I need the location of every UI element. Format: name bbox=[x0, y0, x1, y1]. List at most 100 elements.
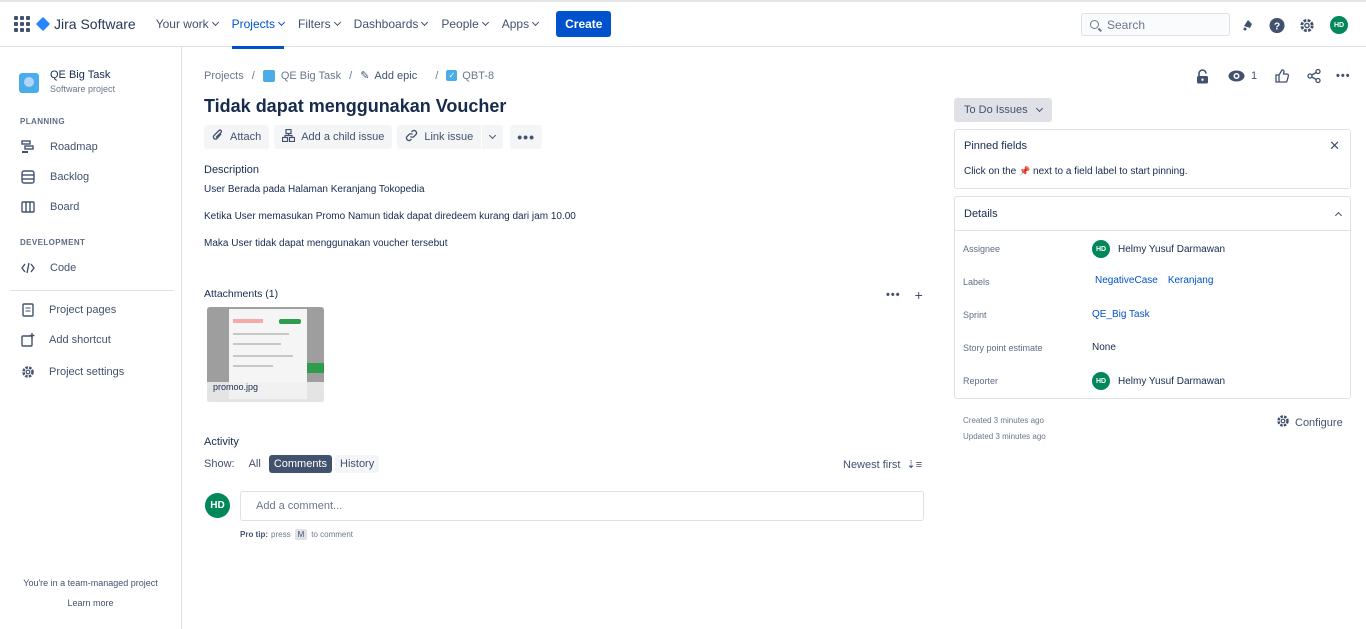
sprint-label: Sprint bbox=[963, 310, 987, 320]
more-icon[interactable]: ••• bbox=[1336, 68, 1351, 84]
attach-label: Attach bbox=[230, 131, 262, 143]
watch-button[interactable]: 1 bbox=[1228, 68, 1257, 84]
description-line[interactable]: Maka User tidak dapat menggunakan vouche… bbox=[204, 238, 447, 249]
sidebar-item-label: Project pages bbox=[49, 304, 117, 316]
description-line[interactable]: User Berada pada Halaman Keranjang Tokop… bbox=[204, 184, 425, 195]
nav-apps-label: Apps bbox=[501, 17, 530, 31]
assignee-value[interactable]: HD Helmy Yusuf Darmawan bbox=[1092, 240, 1225, 258]
attachment-preview-line bbox=[233, 365, 273, 367]
breadcrumb-issue-key[interactable]: QBT-8 bbox=[462, 70, 494, 82]
sidebar-item-add-shortcut[interactable]: Add shortcut bbox=[20, 332, 111, 348]
lock-icon[interactable] bbox=[1194, 68, 1210, 84]
sprint-value[interactable]: QE_Big Task bbox=[1092, 309, 1150, 320]
development-header: DEVELOPMENT bbox=[20, 238, 86, 247]
team-managed-note: You're in a team-managed project bbox=[23, 578, 158, 588]
notifications-icon[interactable] bbox=[1240, 17, 1256, 33]
story-points-value[interactable]: None bbox=[1092, 342, 1116, 353]
task-checkbox-icon: ✓ bbox=[446, 70, 458, 81]
link-issue-button[interactable]: Link issue bbox=[397, 125, 482, 149]
add-attachment-icon[interactable]: + bbox=[915, 287, 923, 303]
share-icon[interactable] bbox=[1306, 68, 1322, 84]
chevron-down-icon bbox=[277, 18, 286, 27]
project-header[interactable]: QE Big Task Software project bbox=[19, 69, 115, 94]
sidebar-item-label: Add shortcut bbox=[49, 334, 111, 346]
filter-all[interactable]: All bbox=[244, 455, 266, 473]
project-name: QE Big Task bbox=[50, 69, 111, 81]
pinned-hint-post: next to a field label to start pinning. bbox=[1033, 166, 1188, 177]
filter-comments[interactable]: Comments bbox=[268, 455, 332, 473]
backlog-icon bbox=[20, 169, 36, 185]
search-input[interactable]: Search bbox=[1081, 13, 1230, 36]
add-child-issue-button[interactable]: Add a child issue bbox=[274, 125, 393, 149]
attachment-thumbnail[interactable]: promoo.jpg bbox=[207, 307, 324, 402]
settings-gear-icon[interactable] bbox=[1299, 17, 1315, 33]
filter-history[interactable]: History bbox=[335, 455, 380, 473]
assignee-name: Helmy Yusuf Darmawan bbox=[1118, 243, 1226, 255]
status-label: To Do Issues bbox=[964, 104, 1028, 116]
search-icon bbox=[1090, 20, 1099, 29]
jira-diamond-icon bbox=[35, 16, 51, 32]
add-epic-link[interactable]: Add epic bbox=[374, 70, 417, 82]
app-switcher-icon[interactable] bbox=[14, 16, 30, 32]
chevron-up-icon bbox=[1334, 211, 1343, 219]
jira-logo[interactable]: Jira Software bbox=[35, 16, 136, 32]
sort-icon: ⇣≡ bbox=[906, 459, 923, 471]
sidebar-item-code[interactable]: Code bbox=[20, 260, 76, 276]
label-tag[interactable]: NegativeCase bbox=[1095, 275, 1158, 286]
comment-input[interactable]: Add a comment... bbox=[240, 491, 924, 521]
nav-projects[interactable]: Projects bbox=[231, 1, 286, 49]
labels-value[interactable]: NegativeCase Keranjang bbox=[1095, 275, 1223, 286]
nav-people[interactable]: People bbox=[441, 1, 489, 48]
code-icon bbox=[20, 260, 36, 276]
sidebar-item-board[interactable]: Board bbox=[20, 199, 79, 215]
more-icon[interactable]: ••• bbox=[886, 289, 901, 301]
details-title: Details bbox=[964, 207, 998, 220]
sidebar-item-label: Backlog bbox=[50, 171, 90, 183]
chevron-down-icon bbox=[481, 18, 489, 27]
attachment-filename: promoo.jpg bbox=[213, 382, 259, 392]
attachment-actions: ••• + bbox=[886, 287, 923, 303]
issue-title[interactable]: Tidak dapat menggunakan Voucher bbox=[204, 96, 506, 117]
sidebar-item-backlog[interactable]: Backlog bbox=[20, 169, 89, 185]
user-avatar[interactable]: HD bbox=[1330, 16, 1348, 34]
settings-gear-icon bbox=[20, 364, 36, 380]
breadcrumb-project[interactable]: QE Big Task bbox=[281, 70, 341, 82]
pinned-hint-pre: Click on the bbox=[964, 166, 1017, 177]
description-line[interactable]: Ketika User memasukan Promo Namun tidak … bbox=[204, 211, 576, 222]
close-icon[interactable]: ✕ bbox=[1329, 138, 1340, 154]
status-dropdown[interactable]: To Do Issues bbox=[954, 98, 1052, 122]
sort-newest-first[interactable]: Newest first ⇣≡ bbox=[843, 458, 922, 471]
shortcut-key: M bbox=[294, 529, 308, 540]
sidebar-item-label: Project settings bbox=[49, 366, 125, 378]
project-sidebar: QE Big Task Software project PLANNING Ro… bbox=[0, 47, 182, 629]
configure-label: Configure bbox=[1295, 416, 1343, 429]
sidebar-item-roadmap[interactable]: Roadmap bbox=[20, 139, 98, 155]
like-icon[interactable] bbox=[1274, 68, 1290, 84]
configure-button[interactable]: Configure bbox=[1276, 414, 1343, 431]
learn-more-link[interactable]: Learn more bbox=[0, 598, 181, 608]
details-panel: Details bbox=[954, 196, 1351, 399]
product-name: Jira Software bbox=[54, 16, 136, 32]
chevron-down-icon bbox=[421, 18, 429, 27]
nav-dashboards[interactable]: Dashboards bbox=[354, 1, 429, 48]
attachment-preview-field bbox=[233, 319, 263, 323]
create-button[interactable]: Create bbox=[556, 11, 612, 37]
nav-apps[interactable]: Apps bbox=[501, 1, 540, 48]
sidebar-item-project-settings[interactable]: Project settings bbox=[20, 364, 124, 380]
breadcrumb-projects[interactable]: Projects bbox=[204, 70, 244, 82]
link-issue-dropdown[interactable] bbox=[481, 125, 504, 149]
nav-filters[interactable]: Filters bbox=[298, 1, 341, 48]
attach-button[interactable]: Attach bbox=[204, 125, 270, 149]
details-header[interactable]: Details bbox=[955, 197, 1350, 231]
page-icon bbox=[20, 302, 36, 318]
svg-text:?: ? bbox=[1274, 21, 1280, 32]
sidebar-item-project-pages[interactable]: Project pages bbox=[20, 302, 116, 318]
nav-your-work[interactable]: Your work bbox=[156, 1, 219, 48]
reporter-value[interactable]: HD Helmy Yusuf Darmawan bbox=[1092, 372, 1225, 390]
labels-label: Labels bbox=[963, 277, 990, 287]
label-tag[interactable]: Keranjang bbox=[1168, 275, 1214, 286]
project-avatar-icon bbox=[262, 69, 275, 82]
help-icon[interactable]: ? bbox=[1269, 17, 1285, 33]
top-navigation: Jira Software Your work Projects Filters… bbox=[0, 0, 1366, 49]
more-actions-button[interactable]: ••• bbox=[510, 125, 542, 149]
